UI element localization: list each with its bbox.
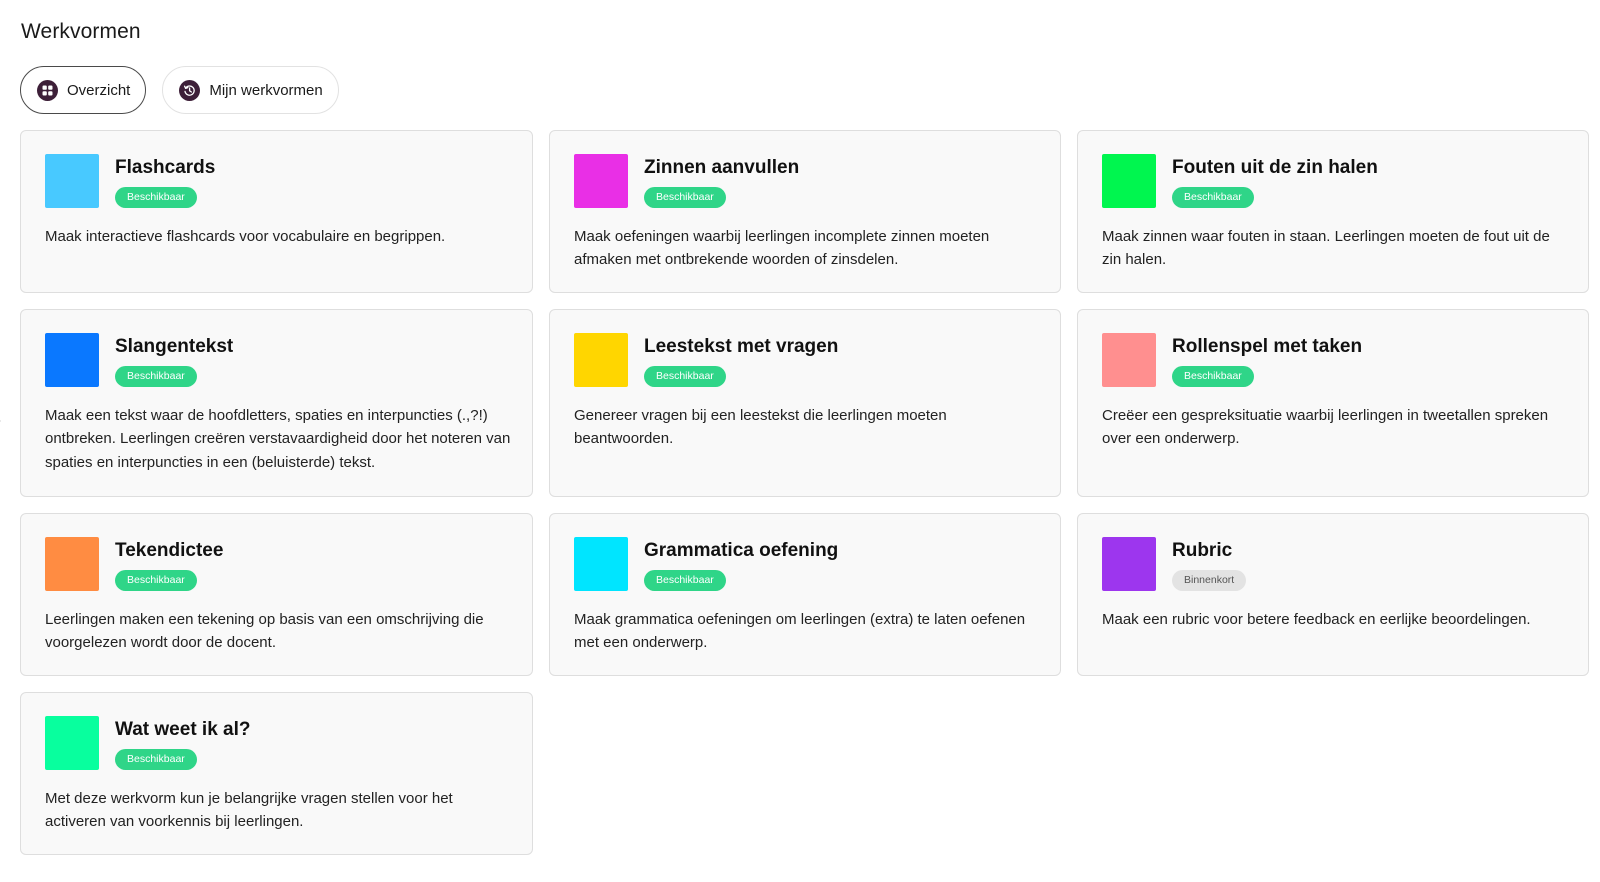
card-title: Zinnen aanvullen <box>644 157 800 178</box>
tab-label: Mijn werkvormen <box>209 81 323 99</box>
werkvorm-card[interactable]: Tekendictee Beschikbaar Leerlingen maken… <box>20 513 533 676</box>
card-description: Maak een tekst waar de hoofdletters, spa… <box>45 407 511 471</box>
tab-bar: Overzicht Mijn werkvormen <box>20 66 339 114</box>
card-description: Maak grammatica oefeningen om leerlingen… <box>574 611 1026 652</box>
card-color-swatch <box>1102 333 1156 387</box>
card-description: Genereer vragen bij een leestekst die le… <box>574 407 947 448</box>
card-title: Rollenspel met taken <box>1172 336 1363 357</box>
werkvorm-card[interactable]: Slangentekst Beschikbaar Maak een tekst … <box>20 309 533 497</box>
card-description: Creëer een gespreksituatie waarbij leerl… <box>1102 407 1549 448</box>
card-description: Maak oefeningen waarbij leerlingen incom… <box>574 228 990 269</box>
card-color-swatch <box>45 537 99 591</box>
status-badge: Beschikbaar <box>115 570 197 591</box>
card-description: Leerlingen maken een tekening op basis v… <box>45 611 484 652</box>
tab-overzicht[interactable]: Overzicht <box>20 66 147 114</box>
history-icon <box>179 79 201 101</box>
card-title: Grammatica oefening <box>644 540 839 561</box>
tab-mijn-werkvormen[interactable]: Mijn werkvormen <box>162 66 339 114</box>
werkvorm-card[interactable]: Zinnen aanvullen Beschikbaar Maak oefeni… <box>549 130 1061 293</box>
card-title: Rubric <box>1172 540 1233 561</box>
tab-label: Overzicht <box>67 81 131 99</box>
card-title: Slangentekst <box>115 336 234 357</box>
card-title: Wat weet ik al? <box>115 719 251 740</box>
card-color-swatch <box>45 333 99 387</box>
werkvormen-grid: Flashcards Beschikbaar Maak interactieve… <box>20 130 1589 855</box>
card-description: Maak interactieve flashcards voor vocabu… <box>45 228 446 245</box>
card-color-swatch <box>1102 537 1156 591</box>
card-title: Tekendictee <box>115 540 224 561</box>
page: › Werkvormen Overzicht Mi <box>0 0 1600 882</box>
werkvorm-card[interactable]: Wat weet ik al? Beschikbaar Met deze wer… <box>20 692 533 855</box>
status-badge: Beschikbaar <box>115 187 197 208</box>
werkvorm-card[interactable]: Rollenspel met taken Beschikbaar Creëer … <box>1077 309 1589 497</box>
status-badge: Binnenkort <box>1172 570 1247 591</box>
status-badge: Beschikbaar <box>1172 187 1254 208</box>
card-color-swatch <box>45 716 99 770</box>
card-description: Met deze werkvorm kun je belangrijke vra… <box>45 790 453 831</box>
card-title: Leestekst met vragen <box>644 336 839 357</box>
status-badge: Beschikbaar <box>115 366 197 387</box>
chevron-right-icon[interactable]: › <box>0 412 1 430</box>
status-badge: Beschikbaar <box>644 366 726 387</box>
card-color-swatch <box>574 333 628 387</box>
card-color-swatch <box>45 154 99 208</box>
grid-icon <box>37 79 58 101</box>
werkvorm-card[interactable]: Fouten uit de zin halen Beschikbaar Maak… <box>1077 130 1589 293</box>
status-badge: Beschikbaar <box>1172 366 1254 387</box>
werkvorm-card[interactable]: Grammatica oefening Beschikbaar Maak gra… <box>549 513 1061 676</box>
status-badge: Beschikbaar <box>644 570 726 591</box>
card-description: Maak een rubric voor betere feedback en … <box>1102 611 1531 628</box>
werkvorm-card[interactable]: Flashcards Beschikbaar Maak interactieve… <box>20 130 533 293</box>
werkvorm-card[interactable]: Rubric Binnenkort Maak een rubric voor b… <box>1077 513 1589 676</box>
card-color-swatch <box>574 154 628 208</box>
card-color-swatch <box>574 537 628 591</box>
status-badge: Beschikbaar <box>644 187 726 208</box>
werkvorm-card[interactable]: Leestekst met vragen Beschikbaar Generee… <box>549 309 1061 497</box>
status-badge: Beschikbaar <box>115 749 197 770</box>
card-title: Fouten uit de zin halen <box>1172 157 1378 178</box>
card-title: Flashcards <box>115 157 216 178</box>
card-description: Maak zinnen waar fouten in staan. Leerli… <box>1102 228 1550 269</box>
card-color-swatch <box>1102 154 1156 208</box>
page-title: Werkvormen <box>21 20 141 43</box>
